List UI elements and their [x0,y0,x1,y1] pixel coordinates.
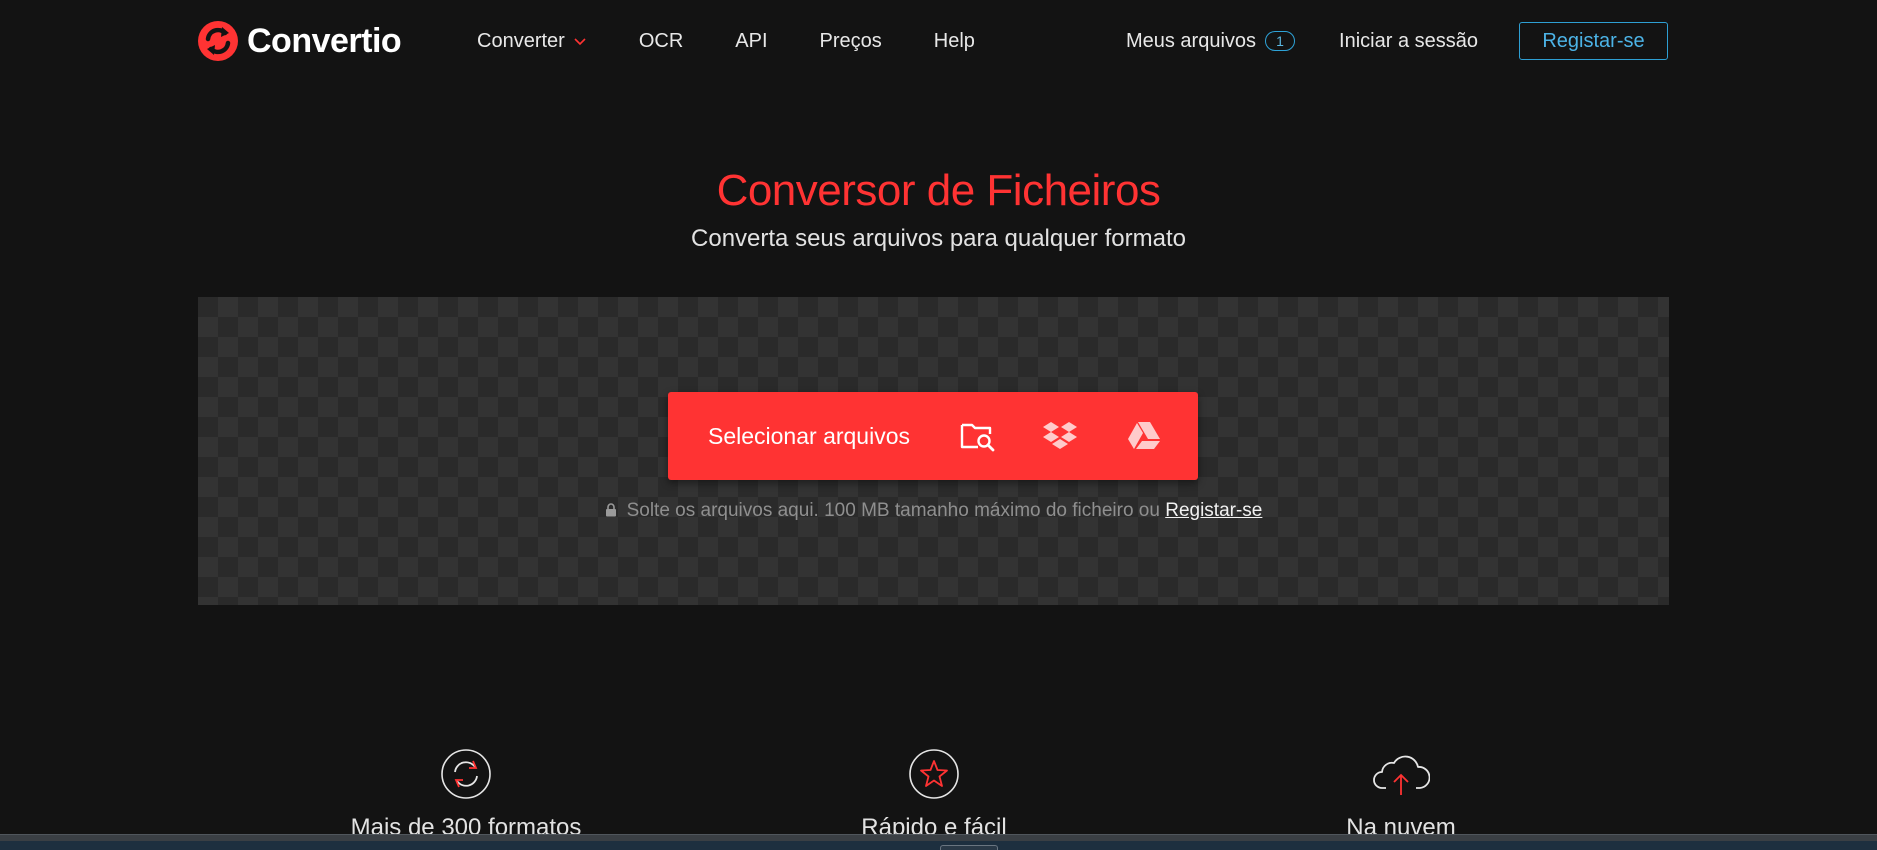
page: Convertio Converter OCR API Preços Help [0,0,1877,850]
drop-hint: Solte os arquivos aqui. 100 MB tamanho m… [198,500,1669,522]
nav-pricing[interactable]: Preços [820,30,882,53]
register-button[interactable]: Registar-se [1519,22,1668,60]
file-drop-zone[interactable]: Selecionar arquivos Solte os arquivos aq… [198,297,1669,605]
feature-cloud: Na nuvem [1231,748,1571,842]
drop-hint-text: Solte os arquivos aqui. 100 MB tamanho m… [626,500,1160,521]
chevron-down-icon [574,38,586,46]
taskbar [0,841,1877,850]
browser-bottom-bar [0,834,1877,850]
nav-help[interactable]: Help [934,30,975,53]
nav-ocr-label: OCR [638,29,684,52]
top-header: Convertio Converter OCR API Preços Help [0,0,1877,82]
lock-icon [605,503,616,517]
nav-converter[interactable]: Converter [477,30,587,53]
nav-api-label: API [735,29,768,52]
taskbar-tab[interactable] [940,845,998,850]
dropbox-button[interactable] [1040,416,1080,456]
login-link[interactable]: Iniciar a sessão [1339,30,1478,53]
convertio-logo[interactable]: Convertio [197,20,402,62]
nav-converter-label: Converter [477,29,565,52]
convertio-logo-icon [198,21,238,61]
nav-ocr[interactable]: OCR [639,30,683,53]
google-drive-icon [1128,422,1161,449]
nav-help-label: Help [933,29,975,52]
folder-search-icon [960,423,995,452]
my-files-label: Meus arquivos [1125,29,1257,52]
folder-search-button[interactable] [958,416,998,456]
logo-text: Convertio [247,21,402,60]
google-drive-button[interactable] [1124,416,1164,456]
select-files-label[interactable]: Selecionar arquivos [708,423,910,450]
select-files-button[interactable]: Selecionar arquivos [668,392,1198,480]
page-title: Conversor de Ficheiros [716,166,1161,215]
account-nav: Meus arquivos 1 Iniciar a sessão Regista… [1126,21,1668,61]
feature-formats: Mais de 300 formatos [296,748,636,842]
drop-hint-register-link[interactable]: Registar-se [1165,500,1262,521]
nav-pricing-label: Preços [819,29,882,52]
cloud-upload-icon [1373,755,1430,795]
feature-fast-easy: Rápido e fácil [764,748,1104,842]
main-nav: Converter OCR API Preços Help [477,26,975,56]
refresh-circle-icon [441,749,491,799]
dropbox-icon [1043,422,1078,449]
my-files-link[interactable]: Meus arquivos 1 [1125,29,1296,53]
page-subtitle: Converta seus arquivos para qualquer for… [691,225,1186,252]
my-files-count-badge: 1 [1265,31,1296,51]
nav-api[interactable]: API [735,30,767,53]
star-circle-icon [909,749,959,799]
